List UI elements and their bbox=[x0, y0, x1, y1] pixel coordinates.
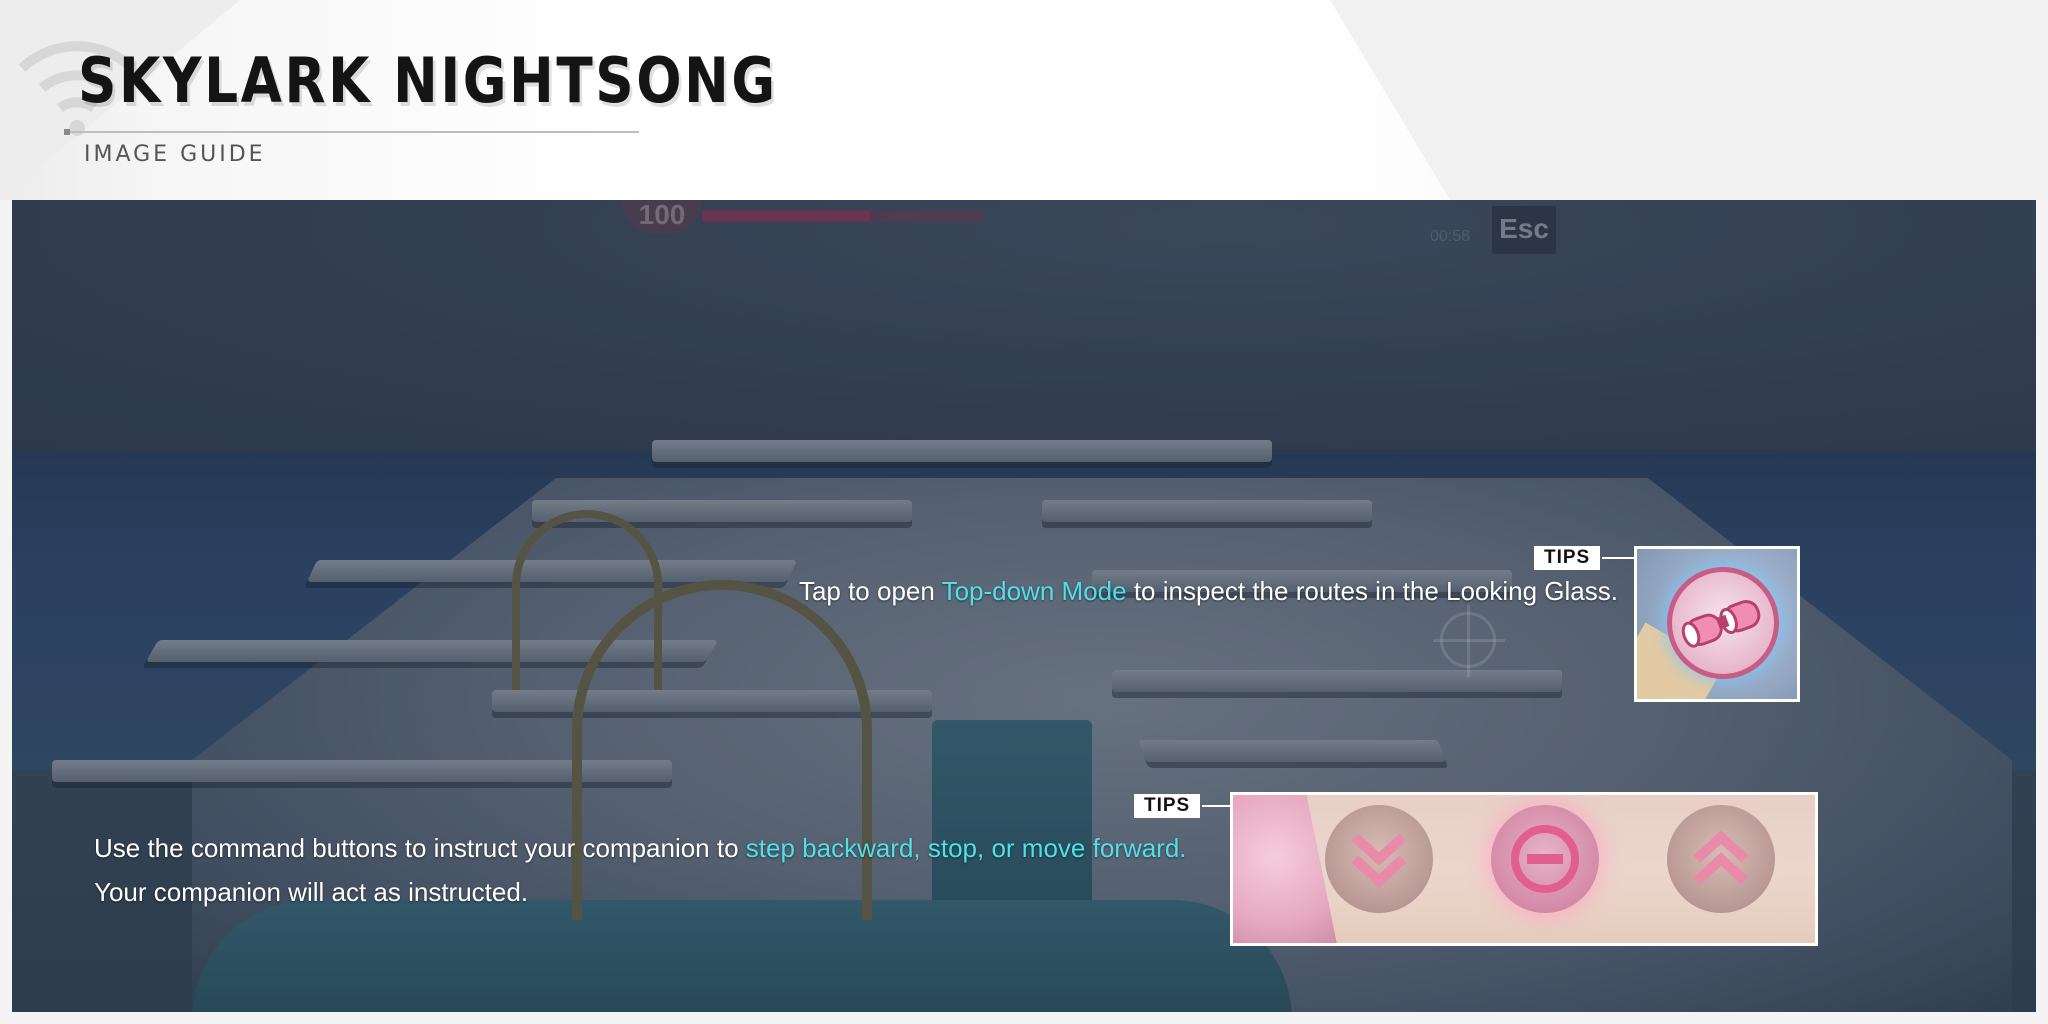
tips-tag-line bbox=[1602, 557, 1634, 559]
tips-tag: TIPS bbox=[1134, 794, 1201, 818]
tip-command-line1: Use the command buttons to instruct your… bbox=[94, 826, 1187, 870]
tips-tag: TIPS bbox=[1534, 546, 1601, 570]
header-decoration-right bbox=[1330, 0, 2048, 200]
stop-icon bbox=[1511, 825, 1579, 893]
tip-text-part: to inspect the routes in the Looking Gla… bbox=[1126, 576, 1618, 606]
title-divider bbox=[64, 129, 639, 135]
tip-top-down-text: Tap to open Top-down Mode to inspect the… bbox=[799, 576, 1618, 607]
tips-tag-line bbox=[1202, 805, 1230, 807]
tip-text-part: Tap to open bbox=[798, 576, 942, 606]
page-subtitle: IMAGE GUIDE bbox=[84, 142, 266, 167]
guide-image-panel: 100 00:58 Esc TIPS Tap to open Top-down … bbox=[12, 200, 2036, 1012]
tip-text-part: Use the command buttons to instruct your… bbox=[94, 833, 746, 863]
step-backward-icon bbox=[1351, 833, 1407, 888]
tip-highlight: Top-down Mode bbox=[941, 576, 1127, 606]
tip-command-line2: Your companion will act as instructed. bbox=[94, 877, 529, 907]
top-down-mode-button bbox=[1667, 567, 1779, 679]
binoculars-icon bbox=[1681, 600, 1761, 648]
top-down-mode-preview bbox=[1634, 546, 1800, 702]
page-title: SKYLARK NIGHTSONG bbox=[78, 44, 778, 117]
move-forward-icon bbox=[1693, 830, 1749, 885]
tip-highlight: step backward, stop, or move forward. bbox=[745, 833, 1187, 863]
step-backward-button bbox=[1325, 805, 1433, 913]
move-forward-button bbox=[1667, 805, 1775, 913]
stop-button bbox=[1491, 805, 1599, 913]
coral-decoration bbox=[1233, 795, 1338, 943]
guide-header: SKYLARK NIGHTSONG IMAGE GUIDE bbox=[0, 0, 2048, 200]
command-buttons-preview bbox=[1230, 792, 1818, 946]
tip-command-text: Use the command buttons to instruct your… bbox=[94, 826, 1187, 914]
